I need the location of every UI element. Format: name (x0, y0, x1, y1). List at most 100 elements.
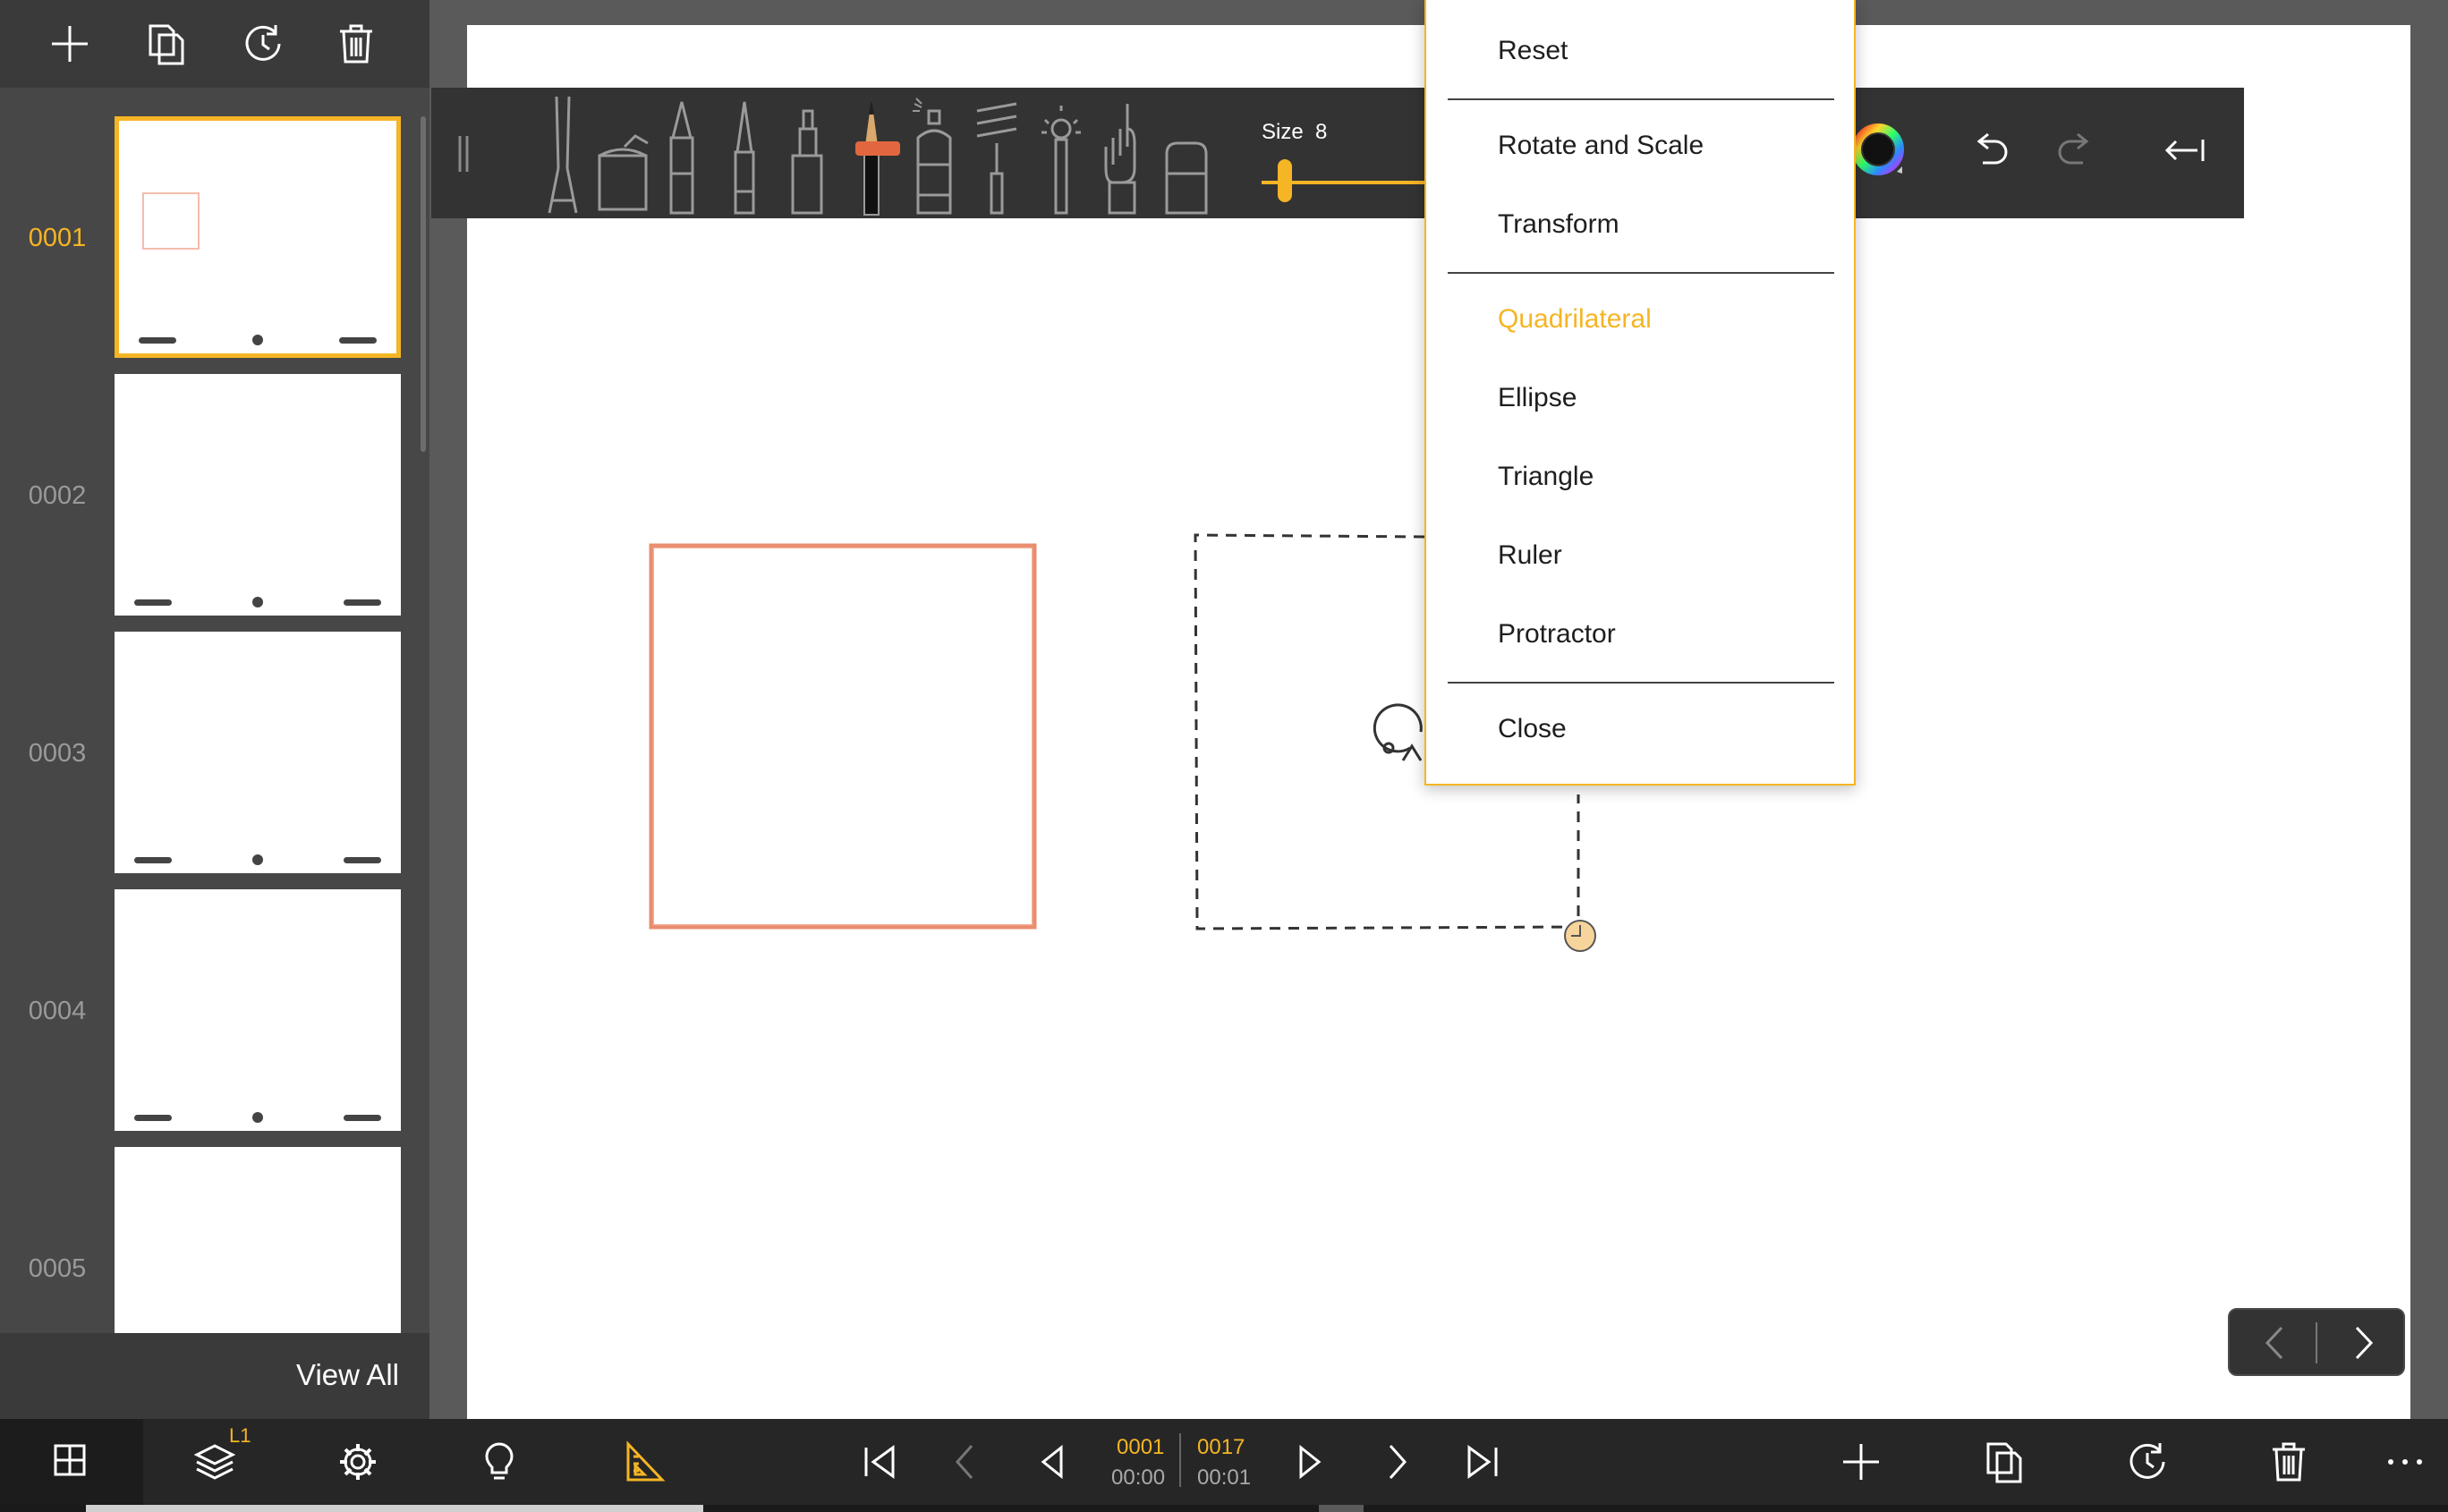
first-frame-button[interactable] (855, 1437, 905, 1487)
duplicate-frame-button[interactable] (141, 19, 191, 69)
rotate-handle-icon[interactable] (1373, 703, 1423, 761)
delete-frame-bottom-button[interactable] (2264, 1437, 2314, 1487)
total-frames: 0017 (1197, 1435, 1245, 1459)
grid-icon (54, 1444, 86, 1476)
grid-view-tab[interactable] (0, 1419, 143, 1505)
drawing-toolbar: Size 8 (431, 88, 2244, 218)
current-frame-number: 0001 (1117, 1435, 1165, 1459)
layer-badge: L1 (229, 1424, 251, 1447)
onion-skin-prev[interactable] (134, 599, 172, 606)
guides-button[interactable] (619, 1437, 669, 1487)
stamp-icon[interactable] (1033, 93, 1090, 217)
counter-divider (1179, 1433, 1181, 1487)
frames-toolbar (0, 0, 429, 88)
menu-item-triangle[interactable]: Triangle (1498, 462, 1594, 492)
last-frame-button[interactable] (1457, 1437, 1507, 1487)
reset-frame-bottom-button[interactable] (2122, 1437, 2172, 1487)
onion-skin-prev[interactable] (134, 1115, 172, 1121)
frame-thumbnail-0002[interactable] (115, 374, 401, 616)
menu-item-quadrilateral[interactable]: Quadrilateral (1498, 304, 1652, 335)
copy-icon (149, 24, 184, 65)
onion-skin-prev[interactable] (134, 857, 172, 863)
add-frame-bottom-button[interactable] (1836, 1437, 1886, 1487)
onion-skin-next[interactable] (344, 857, 381, 863)
frame-dot (252, 597, 263, 607)
lightbulb-icon (485, 1442, 514, 1480)
undo-icon[interactable] (1968, 129, 2013, 174)
frame-thumbnail-0003[interactable] (115, 632, 401, 873)
collapse-icon[interactable] (2165, 132, 2206, 168)
delete-frame-button[interactable] (331, 19, 381, 69)
frame-dot (252, 335, 263, 345)
menu-divider (1448, 272, 1834, 274)
current-time: 00:00 (1111, 1465, 1166, 1490)
skip-first-icon (864, 1445, 895, 1479)
trash-icon (2273, 1442, 2305, 1482)
frame-list-scrollbar[interactable] (421, 116, 426, 452)
reset-icon (245, 25, 281, 61)
frame-thumbnail-0004[interactable] (115, 889, 401, 1131)
menu-item-close[interactable]: Close (1498, 714, 1567, 744)
view-all-button[interactable]: View All (296, 1358, 399, 1392)
bottom-bar: L1 0001 00:00 0017 00:01 (0, 1419, 2448, 1512)
menu-item-protractor[interactable]: Protractor (1498, 619, 1616, 650)
more-icon (2388, 1459, 2422, 1465)
color-wheel-icon[interactable] (1852, 123, 1904, 175)
pencil-square (649, 543, 1037, 930)
more-options-button[interactable] (2380, 1437, 2430, 1487)
spray-can-icon[interactable] (905, 93, 963, 217)
duplicate-frame-bottom-button[interactable] (1979, 1437, 2029, 1487)
reset-frame-button[interactable] (238, 19, 288, 69)
frame-dot (252, 854, 263, 865)
menu-item-ellipse[interactable]: Ellipse (1498, 383, 1577, 413)
page-next-icon[interactable] (2346, 1324, 2378, 1362)
frames-panel: 0001 0002 0003 0004 0005 View All (0, 0, 429, 1419)
fountain-pen-icon[interactable] (655, 93, 709, 217)
next-frame-button[interactable] (1371, 1437, 1421, 1487)
ink-pen-icon[interactable] (718, 93, 771, 217)
scissors-icon[interactable] (537, 93, 589, 217)
frame-dot (252, 1112, 263, 1123)
onion-skin-next[interactable] (339, 337, 377, 344)
menu-item-reset[interactable]: Reset (1498, 36, 1568, 66)
trash-icon (340, 24, 372, 64)
active-tool-indicator (855, 141, 900, 156)
reset-icon (2129, 1443, 2165, 1479)
frame-thumbnail-0001[interactable] (115, 116, 401, 358)
view-all-bar: View All (0, 1333, 429, 1419)
onion-skin-next[interactable] (344, 1115, 381, 1121)
redo-icon[interactable] (2053, 129, 2097, 174)
step-back-button[interactable] (1027, 1437, 1077, 1487)
brush-size-slider[interactable] (1278, 159, 1292, 202)
frame-number: 0003 (28, 739, 87, 768)
add-frame-button[interactable] (45, 19, 95, 69)
menu-item-transform[interactable]: Transform (1498, 209, 1619, 240)
frame-list[interactable]: 0001 0002 0003 0004 0005 (0, 88, 429, 1333)
settings-button[interactable] (333, 1437, 383, 1487)
scale-handle[interactable] (1564, 920, 1596, 952)
page-prev-icon[interactable] (2260, 1324, 2292, 1362)
eraser-icon[interactable] (1158, 93, 1215, 217)
tips-button[interactable] (474, 1437, 524, 1487)
toolbar-grip-icon[interactable] (458, 136, 469, 172)
marker-icon[interactable] (780, 93, 834, 217)
bottom-strip-highlight (86, 1505, 703, 1512)
frame-number: 0004 (28, 997, 87, 1025)
plus-icon (52, 26, 88, 62)
total-time: 00:01 (1197, 1465, 1252, 1490)
guide-shape-menu: Reset Rotate and Scale Transform Quadril… (1424, 0, 1856, 786)
onion-skin-prev[interactable] (139, 337, 176, 344)
menu-item-ruler[interactable]: Ruler (1498, 540, 1562, 571)
chevron-left-icon (955, 1445, 973, 1479)
play-button[interactable] (1285, 1437, 1335, 1487)
play-reverse-icon (1041, 1444, 1063, 1480)
frame-thumbnail-0005[interactable] (115, 1147, 401, 1333)
thumbnail-shape (142, 192, 200, 250)
menu-divider (1448, 682, 1834, 684)
finger-icon[interactable] (1095, 93, 1152, 217)
previous-frame-button[interactable] (941, 1437, 991, 1487)
paint-roller-icon[interactable] (970, 93, 1027, 217)
onion-skin-next[interactable] (344, 599, 381, 606)
paint-bucket-icon[interactable] (592, 93, 655, 217)
menu-item-rotate-scale[interactable]: Rotate and Scale (1498, 131, 1704, 161)
